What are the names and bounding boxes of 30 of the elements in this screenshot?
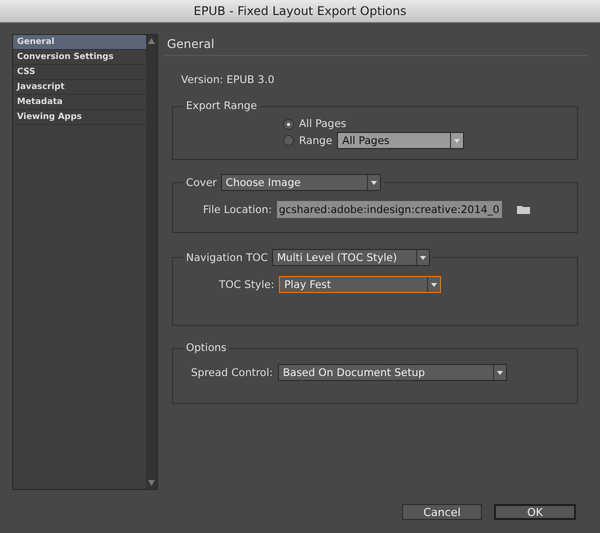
radio-button[interactable] — [283, 135, 294, 146]
version-label: Version: EPUB 3.0 — [181, 74, 276, 86]
radio-label: All Pages — [299, 118, 346, 130]
radio-label: Range — [299, 134, 332, 146]
field-label: TOC Style: — [219, 278, 274, 290]
sidebar-item[interactable]: General — [13, 35, 146, 50]
scroll-up-icon[interactable] — [148, 38, 155, 44]
range-dropdown[interactable]: All Pages — [337, 132, 464, 149]
folder-icon[interactable] — [516, 205, 530, 214]
scrollbar[interactable] — [146, 35, 157, 489]
field-label: File Location: — [203, 204, 272, 216]
navigation-toc-dropdown[interactable]: Multi Level (TOC Style) — [272, 249, 430, 266]
cancel-button[interactable]: Cancel — [402, 504, 482, 520]
spread-control-dropdown[interactable]: Based On Document Setup — [278, 364, 507, 381]
window-title: EPUB - Fixed Layout Export Options — [0, 0, 600, 23]
caret-icon — [366, 175, 380, 190]
group-title: Cover — [186, 176, 217, 188]
field-label: Spread Control: — [191, 366, 273, 378]
section-heading: General — [165, 34, 588, 56]
ok-button[interactable]: OK — [494, 504, 576, 520]
scroll-down-icon[interactable] — [148, 480, 155, 486]
radio-button[interactable] — [283, 118, 294, 130]
caret-icon — [492, 365, 506, 380]
group-title: Options — [186, 342, 227, 354]
group-title: Export Range — [186, 100, 257, 112]
group-title: Navigation TOC — [186, 252, 268, 264]
cover-dropdown[interactable]: Choose Image — [220, 174, 381, 191]
caret-icon — [416, 250, 429, 265]
toc-style-dropdown[interactable]: Play Fest — [279, 276, 442, 293]
file-location-field[interactable]: gcshared:adobe:indesign:creative:2014_0 — [276, 201, 502, 218]
